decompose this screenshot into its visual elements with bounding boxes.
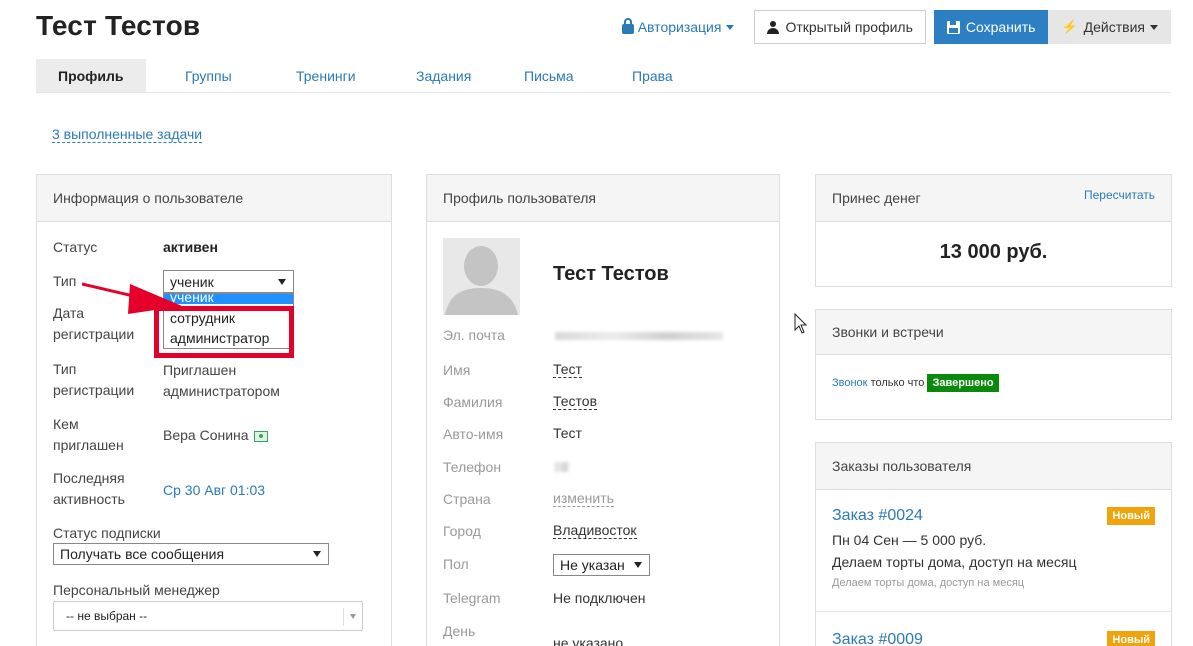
reg-type-label: Тип регистрации bbox=[53, 361, 135, 398]
city-value[interactable]: Владивосток bbox=[553, 522, 637, 539]
money-amount: 13 000 руб. bbox=[939, 241, 1048, 263]
telegram-label: Telegram bbox=[443, 590, 501, 606]
call-time: только что bbox=[870, 377, 925, 389]
subscription-select[interactable]: Получать все сообщения bbox=[53, 543, 329, 565]
user-icon bbox=[767, 20, 780, 34]
top-actions: Авторизация Открытый профиль Сохранить ⚡… bbox=[621, 10, 1171, 44]
tab-letters[interactable]: Письма bbox=[524, 59, 574, 92]
tabs: Профиль Группы Тренинги Задания Письма П… bbox=[36, 59, 1171, 93]
country-change-link[interactable]: изменить bbox=[553, 490, 614, 507]
first-name-label: Имя bbox=[443, 362, 471, 378]
first-name-value[interactable]: Тест bbox=[553, 361, 582, 378]
invited-by-value: Вера Сонина bbox=[163, 425, 269, 445]
auth-dropdown[interactable]: Авторизация bbox=[621, 18, 735, 35]
money-panel: Принес денег Пересчитать 13 000 руб. bbox=[815, 174, 1172, 287]
order-number-link[interactable]: Заказ #0024 bbox=[832, 507, 923, 525]
panel-title: Звонки и встречи bbox=[816, 310, 1171, 355]
auth-label: Авторизация bbox=[637, 19, 722, 35]
profile-name: Тест Тестов bbox=[553, 263, 669, 285]
panel-title: Информация о пользователе bbox=[37, 175, 391, 222]
panel-title: Заказы пользователя bbox=[816, 443, 1171, 490]
recount-link[interactable]: Пересчитать bbox=[1084, 188, 1155, 202]
last-activity-label: Последняя активность bbox=[53, 470, 125, 507]
order-product: Делаем торты дома, доступ на месяц bbox=[832, 554, 1077, 570]
calls-panel: Звонки и встречи Звонок только что Завер… bbox=[815, 309, 1172, 420]
bolt-icon: ⚡ bbox=[1061, 19, 1078, 34]
user-profile-panel: Профиль пользователя Тест Тестов Эл. поч… bbox=[426, 174, 780, 646]
tab-trainings[interactable]: Тренинги bbox=[296, 59, 356, 92]
gender-select-value: Не указан bbox=[560, 557, 625, 573]
caret-down-icon bbox=[726, 24, 735, 30]
page-title: Тест Тестов bbox=[36, 10, 201, 41]
caret-down-icon bbox=[1150, 24, 1158, 30]
user-info-panel: Информация о пользователе Статус активен… bbox=[36, 174, 392, 646]
phone-label: Телефон bbox=[443, 459, 502, 475]
select-arrow-icon bbox=[634, 562, 642, 568]
reg-type-value: Приглашен администратором bbox=[163, 362, 280, 399]
select-arrow-icon bbox=[350, 614, 356, 619]
status-value: активен bbox=[163, 239, 218, 255]
open-profile-button[interactable]: Открытый профиль bbox=[754, 10, 926, 44]
birthday-label: День bbox=[443, 623, 476, 639]
last-activity-value[interactable]: Ср 30 Авг 01:03 bbox=[163, 480, 265, 500]
open-profile-label: Открытый профиль bbox=[785, 19, 913, 35]
order-status-badge: Новый bbox=[1107, 631, 1155, 646]
status-badge: Завершено bbox=[927, 374, 999, 392]
birthday-value: не указано bbox=[553, 635, 624, 646]
save-label: Сохранить bbox=[965, 19, 1036, 35]
city-label: Город bbox=[443, 523, 481, 539]
manager-select[interactable]: -- не выбран -- bbox=[53, 601, 363, 631]
email-label: Эл. почта bbox=[443, 327, 505, 343]
tab-groups[interactable]: Группы bbox=[185, 59, 232, 92]
avatar-silhouette-icon bbox=[443, 238, 520, 315]
select-arrow-icon bbox=[313, 551, 321, 557]
telegram-value: Не подключен bbox=[553, 590, 646, 606]
orders-panel: Заказы пользователя Заказ #0024 Новый Пн… bbox=[815, 442, 1172, 646]
order-number-link[interactable]: Заказ #0009 bbox=[832, 631, 923, 646]
actions-label: Действия bbox=[1083, 19, 1145, 35]
invited-by-label: Кем приглашен bbox=[53, 416, 124, 453]
tab-tasks[interactable]: Задания bbox=[416, 59, 471, 92]
floppy-disk-icon bbox=[946, 20, 960, 34]
select-arrow-icon bbox=[278, 278, 286, 285]
status-label: Статус bbox=[53, 239, 98, 255]
order-product-subtitle: Делаем торты дома, доступ на месяц bbox=[832, 577, 1025, 589]
divider bbox=[816, 611, 1171, 612]
order-date-line: Пн 04 Сен — 5 000 руб. bbox=[832, 532, 987, 548]
manager-select-value: -- не выбран -- bbox=[66, 609, 148, 623]
order-status-badge: Новый bbox=[1107, 507, 1155, 525]
call-entry: Звонок только что Завершено bbox=[832, 374, 999, 392]
tab-profile[interactable]: Профиль bbox=[36, 59, 146, 92]
gender-select[interactable]: Не указан bbox=[553, 554, 650, 576]
gender-label: Пол bbox=[443, 556, 469, 572]
call-link[interactable]: Звонок bbox=[832, 377, 868, 389]
mouse-cursor-icon bbox=[794, 313, 808, 334]
phone-blurred bbox=[555, 462, 569, 472]
save-button[interactable]: Сохранить bbox=[933, 10, 1049, 44]
completed-tasks-link[interactable]: 3 выполненные задачи bbox=[52, 126, 203, 143]
last-name-value[interactable]: Тестов bbox=[553, 393, 598, 410]
auto-name-label: Авто-имя bbox=[443, 426, 504, 442]
subscription-label: Статус подписки bbox=[53, 525, 161, 541]
reg-date-label: Дата регистрации bbox=[53, 305, 135, 342]
last-name-label: Фамилия bbox=[443, 394, 503, 410]
auto-name-value: Тест bbox=[553, 425, 582, 441]
country-label: Страна bbox=[443, 491, 491, 507]
actions-dropdown-button[interactable]: ⚡ Действия bbox=[1048, 10, 1171, 44]
contact-card-icon[interactable] bbox=[254, 430, 269, 442]
tab-rights[interactable]: Права bbox=[632, 59, 673, 92]
avatar[interactable] bbox=[443, 238, 520, 315]
manager-label: Персональный менеджер bbox=[53, 582, 220, 598]
email-blurred bbox=[555, 332, 723, 340]
subscription-select-value: Получать все сообщения bbox=[60, 546, 225, 562]
lock-icon bbox=[621, 18, 634, 34]
panel-title: Профиль пользователя bbox=[427, 175, 779, 222]
